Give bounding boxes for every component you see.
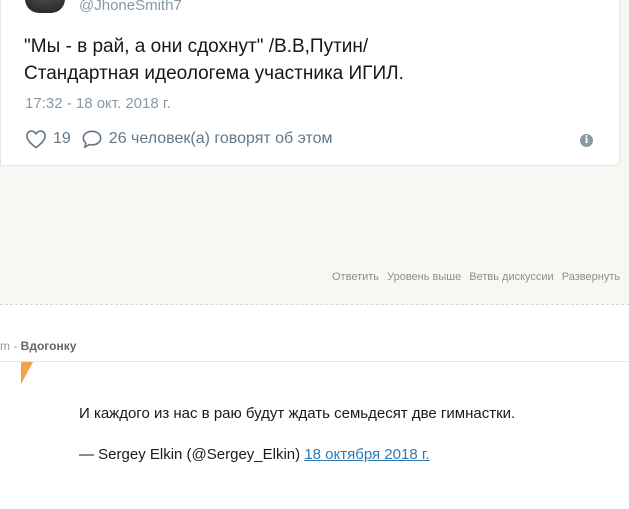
comment-actions: Ответить Уровень выше Ветвь дискуссии Ра… bbox=[332, 271, 625, 283]
quote-author: — Sergey Elkin (@Sergey_Elkin) bbox=[79, 446, 301, 463]
quote-attribution: — Sergey Elkin (@Sergey_Elkin) 18 октябр… bbox=[79, 446, 430, 463]
speech-bubble-icon bbox=[82, 130, 102, 148]
info-icon[interactable]: i bbox=[580, 134, 593, 147]
comment-header-prefix: m - bbox=[0, 339, 21, 353]
replies-button[interactable]: 26 человек(а) говорят об этом bbox=[81, 129, 333, 149]
next-comment: m - Вдогонку И каждого из нас в раю буду… bbox=[0, 304, 629, 509]
heart-icon bbox=[26, 130, 46, 149]
like-count: 19 bbox=[53, 130, 71, 147]
comment-header-text: m - Вдогонку bbox=[0, 339, 76, 353]
embedded-tweet-card: @JhoneSmith7 "Мы - в рай, а они сдохнут"… bbox=[0, 0, 620, 166]
thread-link[interactable]: Ветвь дискуссии bbox=[469, 271, 553, 283]
tweet-text: "Мы - в рай, а они сдохнут" /В.В,Путин/ … bbox=[24, 33, 604, 87]
comment-header: m - Вдогонку bbox=[0, 305, 629, 362]
parent-link[interactable]: Уровень выше bbox=[387, 271, 461, 283]
tweet-actions: 19 26 человек(а) говорят об этом bbox=[25, 128, 333, 150]
quote-date-link[interactable]: 18 октября 2018 г. bbox=[304, 446, 429, 463]
tweet-timestamp[interactable]: 17:32 - 18 окт. 2018 г. bbox=[25, 95, 171, 112]
replies-label: 26 человек(а) говорят об этом bbox=[108, 130, 333, 147]
tweet-text-line: Стандартная идеологема участника ИГИЛ. bbox=[24, 63, 404, 84]
avatar[interactable] bbox=[25, 0, 65, 13]
comment-flag-icon bbox=[21, 362, 33, 384]
expand-link[interactable]: Развернуть bbox=[562, 271, 620, 283]
comment-subject: Вдогонку bbox=[20, 339, 77, 353]
like-button[interactable]: 19 bbox=[25, 129, 71, 149]
tweet-handle[interactable]: @JhoneSmith7 bbox=[79, 0, 182, 14]
quote-text: И каждого из нас в раю будут ждать семьд… bbox=[79, 405, 516, 422]
reply-link[interactable]: Ответить bbox=[332, 271, 379, 283]
tweet-text-line: "Мы - в рай, а они сдохнут" /В.В,Путин/ bbox=[24, 36, 369, 57]
